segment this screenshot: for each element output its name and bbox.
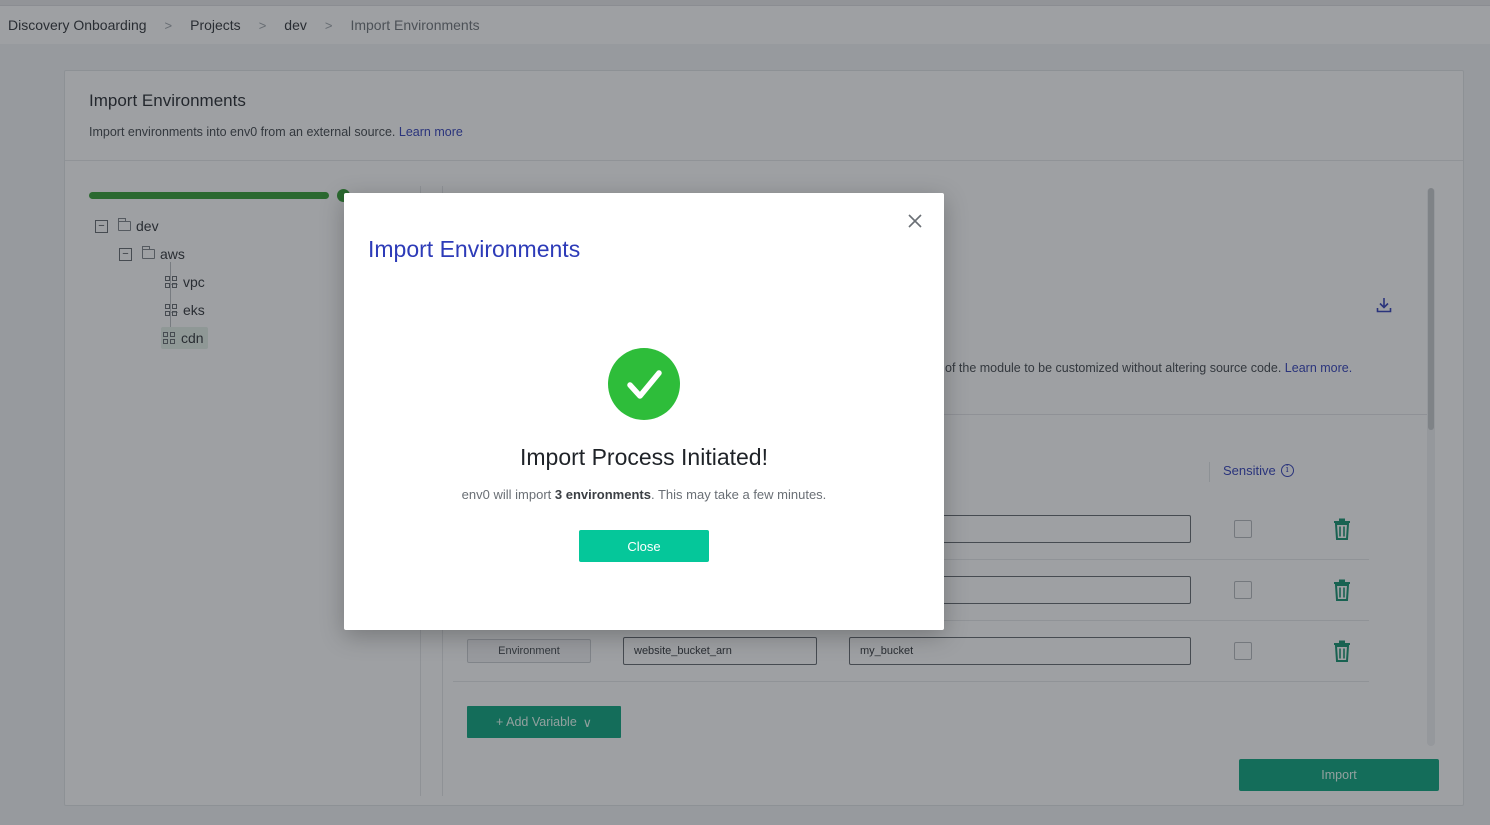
modal-message-count: 3 environments: [554, 487, 651, 502]
check-circle-icon: [608, 348, 680, 420]
modal-title: Import Environments: [368, 236, 581, 262]
modal-message-suffix: . This may take a few minutes.: [650, 487, 827, 502]
close-button[interactable]: Close: [579, 530, 709, 562]
import-success-modal: Import Environments Import Process Initi…: [344, 193, 944, 630]
close-icon[interactable]: [906, 212, 924, 230]
modal-message-prefix: env0 will import: [461, 487, 555, 502]
modal-heading: Import Process Initiated!: [520, 444, 768, 470]
modal-message: env0 will import 3 environments. This ma…: [344, 487, 944, 502]
